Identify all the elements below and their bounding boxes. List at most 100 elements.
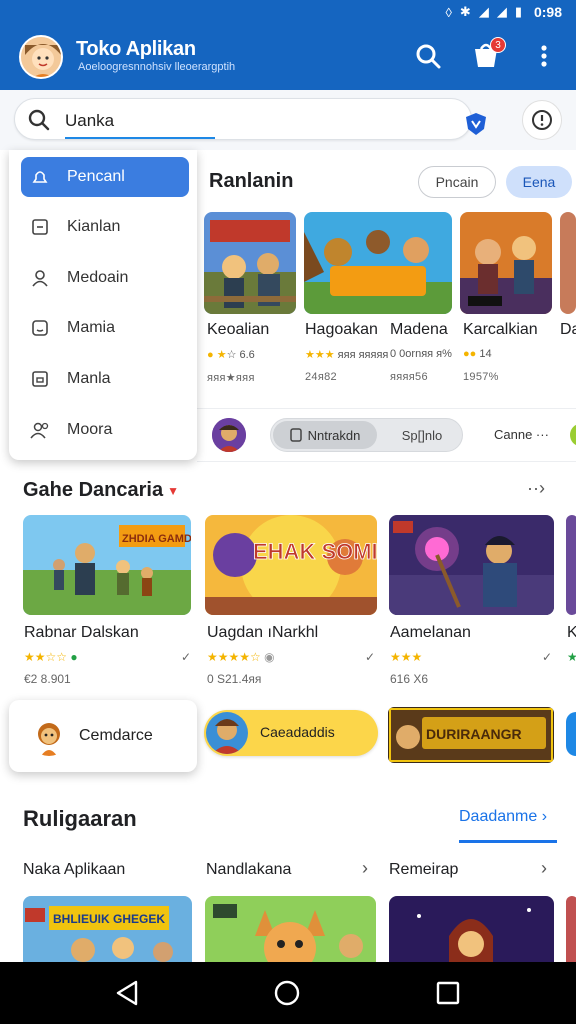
info-button[interactable] [522, 100, 562, 140]
segment-label: Nntrakdn [307, 427, 361, 443]
game-card[interactable]: ZHDIA GAMDLEN [23, 515, 191, 615]
app-name: Keoalian [207, 321, 270, 338]
game-artwork [389, 515, 554, 615]
game-rating: ★ [567, 650, 576, 664]
menu-item-label: Medoain [67, 269, 129, 286]
app-card[interactable] [560, 212, 576, 314]
chevron-right-icon[interactable]: › [541, 858, 547, 879]
segment-option[interactable]: Sp[]nlo [385, 421, 459, 449]
game-card[interactable] [389, 515, 554, 615]
menu-item-manla[interactable]: Manla [21, 359, 189, 399]
app-stat: ᴙᴙᴙ★ᴙᴙᴙ [207, 372, 255, 384]
game-card[interactable]: EHAK SOMIS [205, 515, 377, 615]
app-stat: 24ᴙ82 [305, 371, 337, 383]
calendar-icon [29, 218, 51, 236]
profile-avatar[interactable] [19, 35, 63, 79]
group-icon [29, 421, 51, 439]
section-more-button[interactable]: ··› [527, 478, 545, 499]
menu-item-label: Moora [67, 421, 113, 438]
recents-button[interactable] [433, 978, 463, 1008]
promo-pill[interactable]: Caeadaddis [204, 710, 378, 756]
app-artwork [560, 212, 576, 314]
featured-card[interactable] [389, 896, 554, 962]
featured-card[interactable] [205, 896, 376, 962]
search-icon [416, 44, 441, 69]
featured-card[interactable]: BHLIEUIK GHEGEK [23, 896, 192, 962]
game-rating: ★★☆☆ ● [24, 650, 78, 664]
app-name: Da [560, 321, 576, 338]
game-stat: 616 X6 [390, 672, 429, 686]
signal-icon: ◢ [478, 4, 489, 19]
game-name: Uagdan ıNarkhl [207, 624, 319, 641]
svg-text:EHAK SOMIS: EHAK SOMIS [253, 539, 377, 564]
game-card[interactable] [566, 515, 576, 615]
recents-square-icon [436, 981, 460, 1005]
battery-icon: ▮ [514, 4, 522, 19]
menu-item-label: Manla [67, 370, 111, 387]
home-button[interactable] [272, 978, 302, 1008]
promo-avatar [206, 712, 248, 754]
smile-icon [29, 319, 51, 337]
app-card[interactable] [460, 212, 552, 314]
more-link[interactable]: Canne ··· [494, 427, 549, 442]
app-bar: Toko Aplikan Aoeloogresnnohsiv lleoerarg… [0, 24, 576, 90]
voice-search-button[interactable] [460, 108, 492, 140]
cart-button[interactable]: 3 [468, 37, 506, 74]
menu-item-mamia[interactable]: Mamia [21, 308, 189, 348]
menu-item-label: Mamia [67, 319, 116, 336]
bell-icon [29, 168, 51, 186]
app-card[interactable] [304, 212, 452, 314]
promo-partial[interactable] [566, 712, 576, 756]
chevron-right-icon[interactable]: › [362, 858, 368, 879]
segment-option-selected[interactable]: Nntrakdn [273, 421, 377, 449]
app-artwork [204, 212, 296, 314]
category-tab[interactable]: Nandlakana [206, 861, 291, 879]
filter-chip[interactable]: Pncain [418, 166, 496, 198]
check-icon: ✓ [365, 650, 376, 664]
search-caret-line [65, 137, 215, 139]
home-circle-icon [274, 980, 300, 1006]
clock: 0:98 [533, 4, 562, 20]
app-rating: ●● 14 [463, 348, 492, 360]
featured-card[interactable] [566, 896, 576, 962]
app-name: Madena [390, 321, 448, 338]
star-icon: ● [207, 349, 214, 361]
app-subtitle: Aoeloogresnnohsiv lleoerargptih [78, 61, 236, 73]
clock-icon: ◉ [264, 650, 275, 664]
back-button[interactable] [112, 978, 142, 1008]
menu-item-pencanl[interactable]: Pencanl [21, 157, 189, 197]
svg-text:DURIRAANGR: DURIRAANGR [426, 726, 522, 742]
menu-item-moora[interactable]: Moora [21, 410, 189, 450]
app-card[interactable] [204, 212, 296, 314]
game-stat: 0 S21.4ᴙᴙ [207, 672, 262, 686]
game-name: Rabnar Dalskan [24, 624, 139, 641]
category-tab[interactable]: Remeirap [389, 861, 458, 879]
promo-label: Caeadaddis [260, 724, 335, 740]
new-dot-icon: ▼ [167, 483, 179, 498]
floating-card[interactable]: Cemdarce [9, 700, 197, 772]
app-name: Karcalkian [463, 321, 538, 338]
box-icon [29, 370, 51, 388]
game-artwork: EHAK SOMIS [205, 515, 377, 615]
game-stat: €2 8.901 [24, 672, 71, 686]
section-title: Gahe Dancaria ▼ [23, 479, 179, 501]
tab-indicator [459, 840, 557, 843]
see-all-link[interactable]: Daadanme › [459, 808, 547, 826]
svg-text:BHLIEUIK GHEGEK: BHLIEUIK GHEGEK [53, 912, 165, 926]
coin-icon: ●● [463, 348, 477, 360]
section-title: Ruligaaran [23, 806, 137, 831]
wifi-icon: ◢ [496, 4, 507, 19]
more-vert-icon [541, 45, 547, 67]
promo-banner[interactable]: DURIRAANGR [388, 707, 554, 763]
overflow-menu-button[interactable] [526, 38, 562, 74]
category-tab[interactable]: Naka Aplikaan [23, 861, 125, 879]
check-icon: ✓ [542, 650, 553, 664]
menu-item-kianlan[interactable]: Kianlan [21, 207, 189, 247]
game-name: Aamelanan [390, 624, 471, 641]
search-input[interactable]: Uanka [14, 98, 472, 140]
info-icon [532, 110, 552, 130]
search-button[interactable] [410, 38, 446, 74]
developer-avatar[interactable] [212, 418, 246, 452]
filter-chip-selected[interactable]: Eena [506, 166, 572, 198]
menu-item-medoain[interactable]: Medoain [21, 258, 189, 298]
